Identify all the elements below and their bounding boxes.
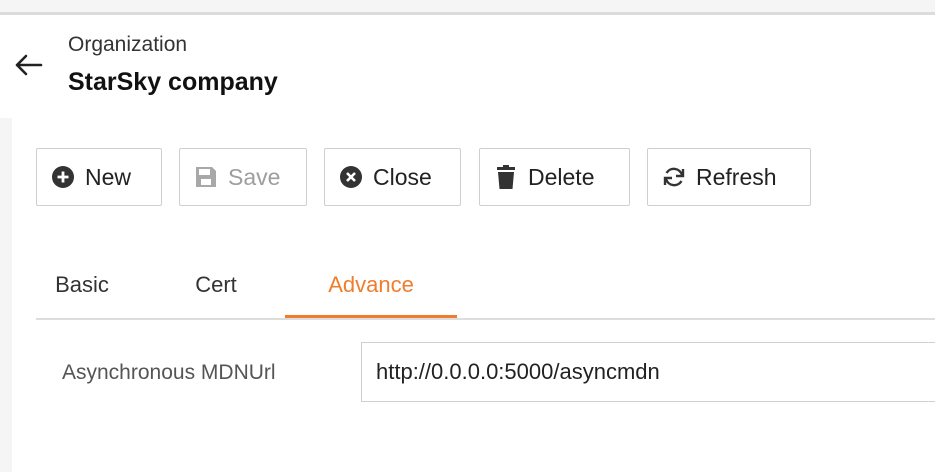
refresh-button[interactable]: Refresh: [647, 148, 811, 206]
close-button-label: Close: [373, 163, 432, 190]
save-icon: [194, 165, 218, 189]
close-circle-icon: [339, 165, 363, 189]
tab-cert-label: Cert: [195, 272, 237, 297]
section-label: Organization: [68, 33, 188, 56]
trash-icon: [494, 165, 518, 189]
save-button-label: Save: [228, 163, 281, 190]
tab-advance[interactable]: Advance: [285, 253, 457, 318]
page-title: StarSky company: [68, 68, 278, 96]
tab-basic-label: Basic: [55, 272, 109, 297]
close-button[interactable]: Close: [324, 148, 461, 206]
new-button-label: New: [85, 163, 132, 190]
page-header: [0, 15, 935, 118]
tab-advance-label: Advance: [328, 272, 414, 297]
arrow-left-icon: [15, 54, 43, 76]
main-content: New Save Close Delete Refresh Basic Cert…: [12, 118, 935, 472]
async-mdn-url-input[interactable]: [361, 342, 935, 402]
new-button[interactable]: New: [36, 148, 162, 206]
tab-bar: Basic Cert Advance: [36, 253, 935, 320]
async-mdn-url-label: Asynchronous MDNUrl: [62, 361, 276, 384]
delete-button-label: Delete: [528, 163, 595, 190]
refresh-button-label: Refresh: [696, 163, 777, 190]
tab-divider: [36, 318, 935, 320]
delete-button[interactable]: Delete: [479, 148, 630, 206]
save-button[interactable]: Save: [179, 148, 307, 206]
tab-basic[interactable]: Basic: [36, 253, 128, 317]
plus-circle-icon: [51, 165, 75, 189]
refresh-icon: [662, 165, 686, 189]
tab-cert[interactable]: Cert: [176, 253, 256, 317]
back-button[interactable]: [8, 45, 48, 85]
